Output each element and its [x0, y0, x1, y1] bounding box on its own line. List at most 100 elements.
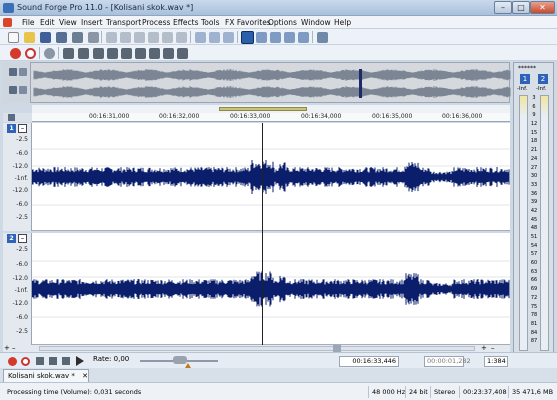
overview-lock-icon[interactable] [9, 68, 17, 76]
zoom-ratio-field[interactable]: 1:384 [484, 356, 508, 367]
menu-process[interactable]: Process [142, 16, 170, 29]
zoom-out-vertical-icon[interactable]: – [12, 345, 18, 352]
paste-icon[interactable] [134, 32, 145, 43]
channel-1-minimize-button[interactable]: – [18, 124, 27, 133]
new-file-icon[interactable] [8, 32, 19, 43]
open-folder-icon[interactable] [24, 32, 35, 43]
envelope-tool-icon[interactable] [284, 32, 295, 43]
meter-scale-label: 33 [530, 181, 538, 188]
time-ruler[interactable]: 00:16:31,000 00:16:32,000 00:16:33,000 0… [32, 113, 510, 122]
cut-icon[interactable] [106, 32, 117, 43]
menu-transport[interactable]: Transport [106, 16, 141, 29]
overview-speaker-icon[interactable] [19, 68, 27, 76]
standard-toolbar [0, 29, 557, 45]
cursor-position-field[interactable]: 00:16:33,446 [339, 356, 399, 367]
undo-icon[interactable] [195, 32, 206, 43]
go-to-start-icon[interactable] [36, 357, 44, 365]
play-icon[interactable] [49, 357, 57, 365]
menu-window[interactable]: Window [301, 16, 331, 29]
mix-paste-icon[interactable] [148, 32, 159, 43]
go-to-start-icon[interactable] [121, 48, 132, 59]
menu-file[interactable]: File [22, 16, 35, 29]
rewind-icon[interactable] [135, 48, 146, 59]
stop-icon[interactable] [107, 48, 118, 59]
meter-scale-label: 81 [530, 320, 538, 327]
menu-effects[interactable]: Effects [173, 16, 199, 29]
next-marker-icon[interactable] [177, 48, 188, 59]
meter-scale-label: 54 [530, 242, 538, 249]
menu-edit[interactable]: Edit [40, 16, 55, 29]
channel-1-number[interactable]: 1 [7, 124, 16, 133]
record-options-icon[interactable] [25, 48, 36, 59]
overview-lock-icon-2[interactable] [9, 86, 17, 94]
play-all-icon[interactable] [76, 356, 84, 366]
meter-channel-1[interactable]: 1 [520, 74, 530, 84]
zoom-in-vertical-icon[interactable]: + [4, 345, 10, 352]
selection-length-field[interactable]: 00:00:01,282 [424, 356, 471, 367]
repeat-icon[interactable] [223, 32, 234, 43]
channel-2-number[interactable]: 2 [7, 234, 16, 243]
play-all-icon[interactable] [63, 48, 74, 59]
meter-scale-label: 21 [530, 147, 538, 154]
selection-range-bar[interactable] [219, 107, 307, 111]
forward-icon[interactable] [149, 48, 160, 59]
crossfade-icon[interactable] [162, 32, 173, 43]
channel-2-minimize-button[interactable]: – [18, 234, 27, 243]
pause-icon[interactable] [93, 48, 104, 59]
menu-options[interactable]: Options [268, 16, 297, 29]
menu-view[interactable]: View [59, 16, 77, 29]
play-icon[interactable] [78, 48, 89, 59]
save-icon[interactable] [40, 32, 51, 43]
meter-scale-label: 57 [530, 251, 538, 258]
horizontal-scrollbar[interactable] [39, 346, 475, 351]
render-icon[interactable] [72, 32, 83, 43]
meter-scale-label: 75 [530, 303, 538, 310]
event-tool-icon[interactable] [298, 32, 309, 43]
menu-tools[interactable]: Tools [201, 16, 219, 29]
pencil-tool-icon[interactable] [270, 32, 281, 43]
document-tab[interactable]: Kolisani skok.wav * ✕ [3, 369, 89, 382]
zoom-out-horizontal-icon[interactable]: – [491, 345, 497, 352]
overview-speaker-icon-2[interactable] [19, 86, 27, 94]
maximize-button[interactable]: □ [512, 1, 530, 14]
menu-insert[interactable]: Insert [81, 16, 103, 29]
record-icon[interactable] [8, 357, 17, 366]
go-to-end-icon[interactable] [163, 48, 174, 59]
meter-scale-label: 60 [530, 260, 538, 267]
minimize-button[interactable]: – [494, 1, 512, 14]
playback-cursor[interactable] [262, 123, 263, 345]
db-label: -6.0 [16, 150, 28, 157]
close-tab-icon[interactable]: ✕ [82, 372, 88, 380]
channel-2-track[interactable] [32, 233, 510, 345]
menu-help[interactable]: Help [334, 16, 351, 29]
save-as-icon[interactable] [56, 32, 67, 43]
meter-peak-right: -Inf. [536, 86, 547, 92]
db-label: -2.5 [16, 214, 28, 221]
close-button[interactable]: ✕ [530, 1, 555, 14]
properties-icon[interactable] [317, 32, 328, 43]
title-bar: Sound Forge Pro 11.0 - [Kolisani skok.wa… [0, 0, 557, 16]
loop-playback-icon[interactable] [44, 48, 55, 59]
ruler-lock-icon[interactable] [8, 114, 15, 121]
magnify-tool-icon[interactable] [256, 32, 267, 43]
record-options-icon[interactable] [21, 357, 30, 366]
print-icon[interactable] [88, 32, 99, 43]
overview-bar[interactable] [3, 62, 511, 103]
menu-fx-favorites[interactable]: FX Favorites [225, 16, 271, 29]
scrollbar-thumb[interactable] [333, 345, 341, 352]
meter-scale-label: 87 [530, 338, 538, 345]
redo-icon[interactable] [209, 32, 220, 43]
stop-icon[interactable] [62, 357, 70, 365]
channel-1-track[interactable] [32, 123, 510, 231]
ruler-tick: 00:16:34,000 [301, 113, 342, 120]
edit-tool-icon[interactable] [241, 31, 254, 44]
meter-channel-2[interactable]: 2 [538, 74, 548, 84]
meter-header: ****** [518, 65, 536, 72]
trim-icon[interactable] [176, 32, 187, 43]
document-tab-label: Kolisani skok.wav * [8, 372, 75, 380]
copy-icon[interactable] [120, 32, 131, 43]
record-icon[interactable] [10, 48, 21, 59]
meter-bar-right [540, 95, 549, 351]
zoom-in-horizontal-icon[interactable]: + [481, 345, 487, 352]
db-label: -12.0 [12, 300, 28, 307]
